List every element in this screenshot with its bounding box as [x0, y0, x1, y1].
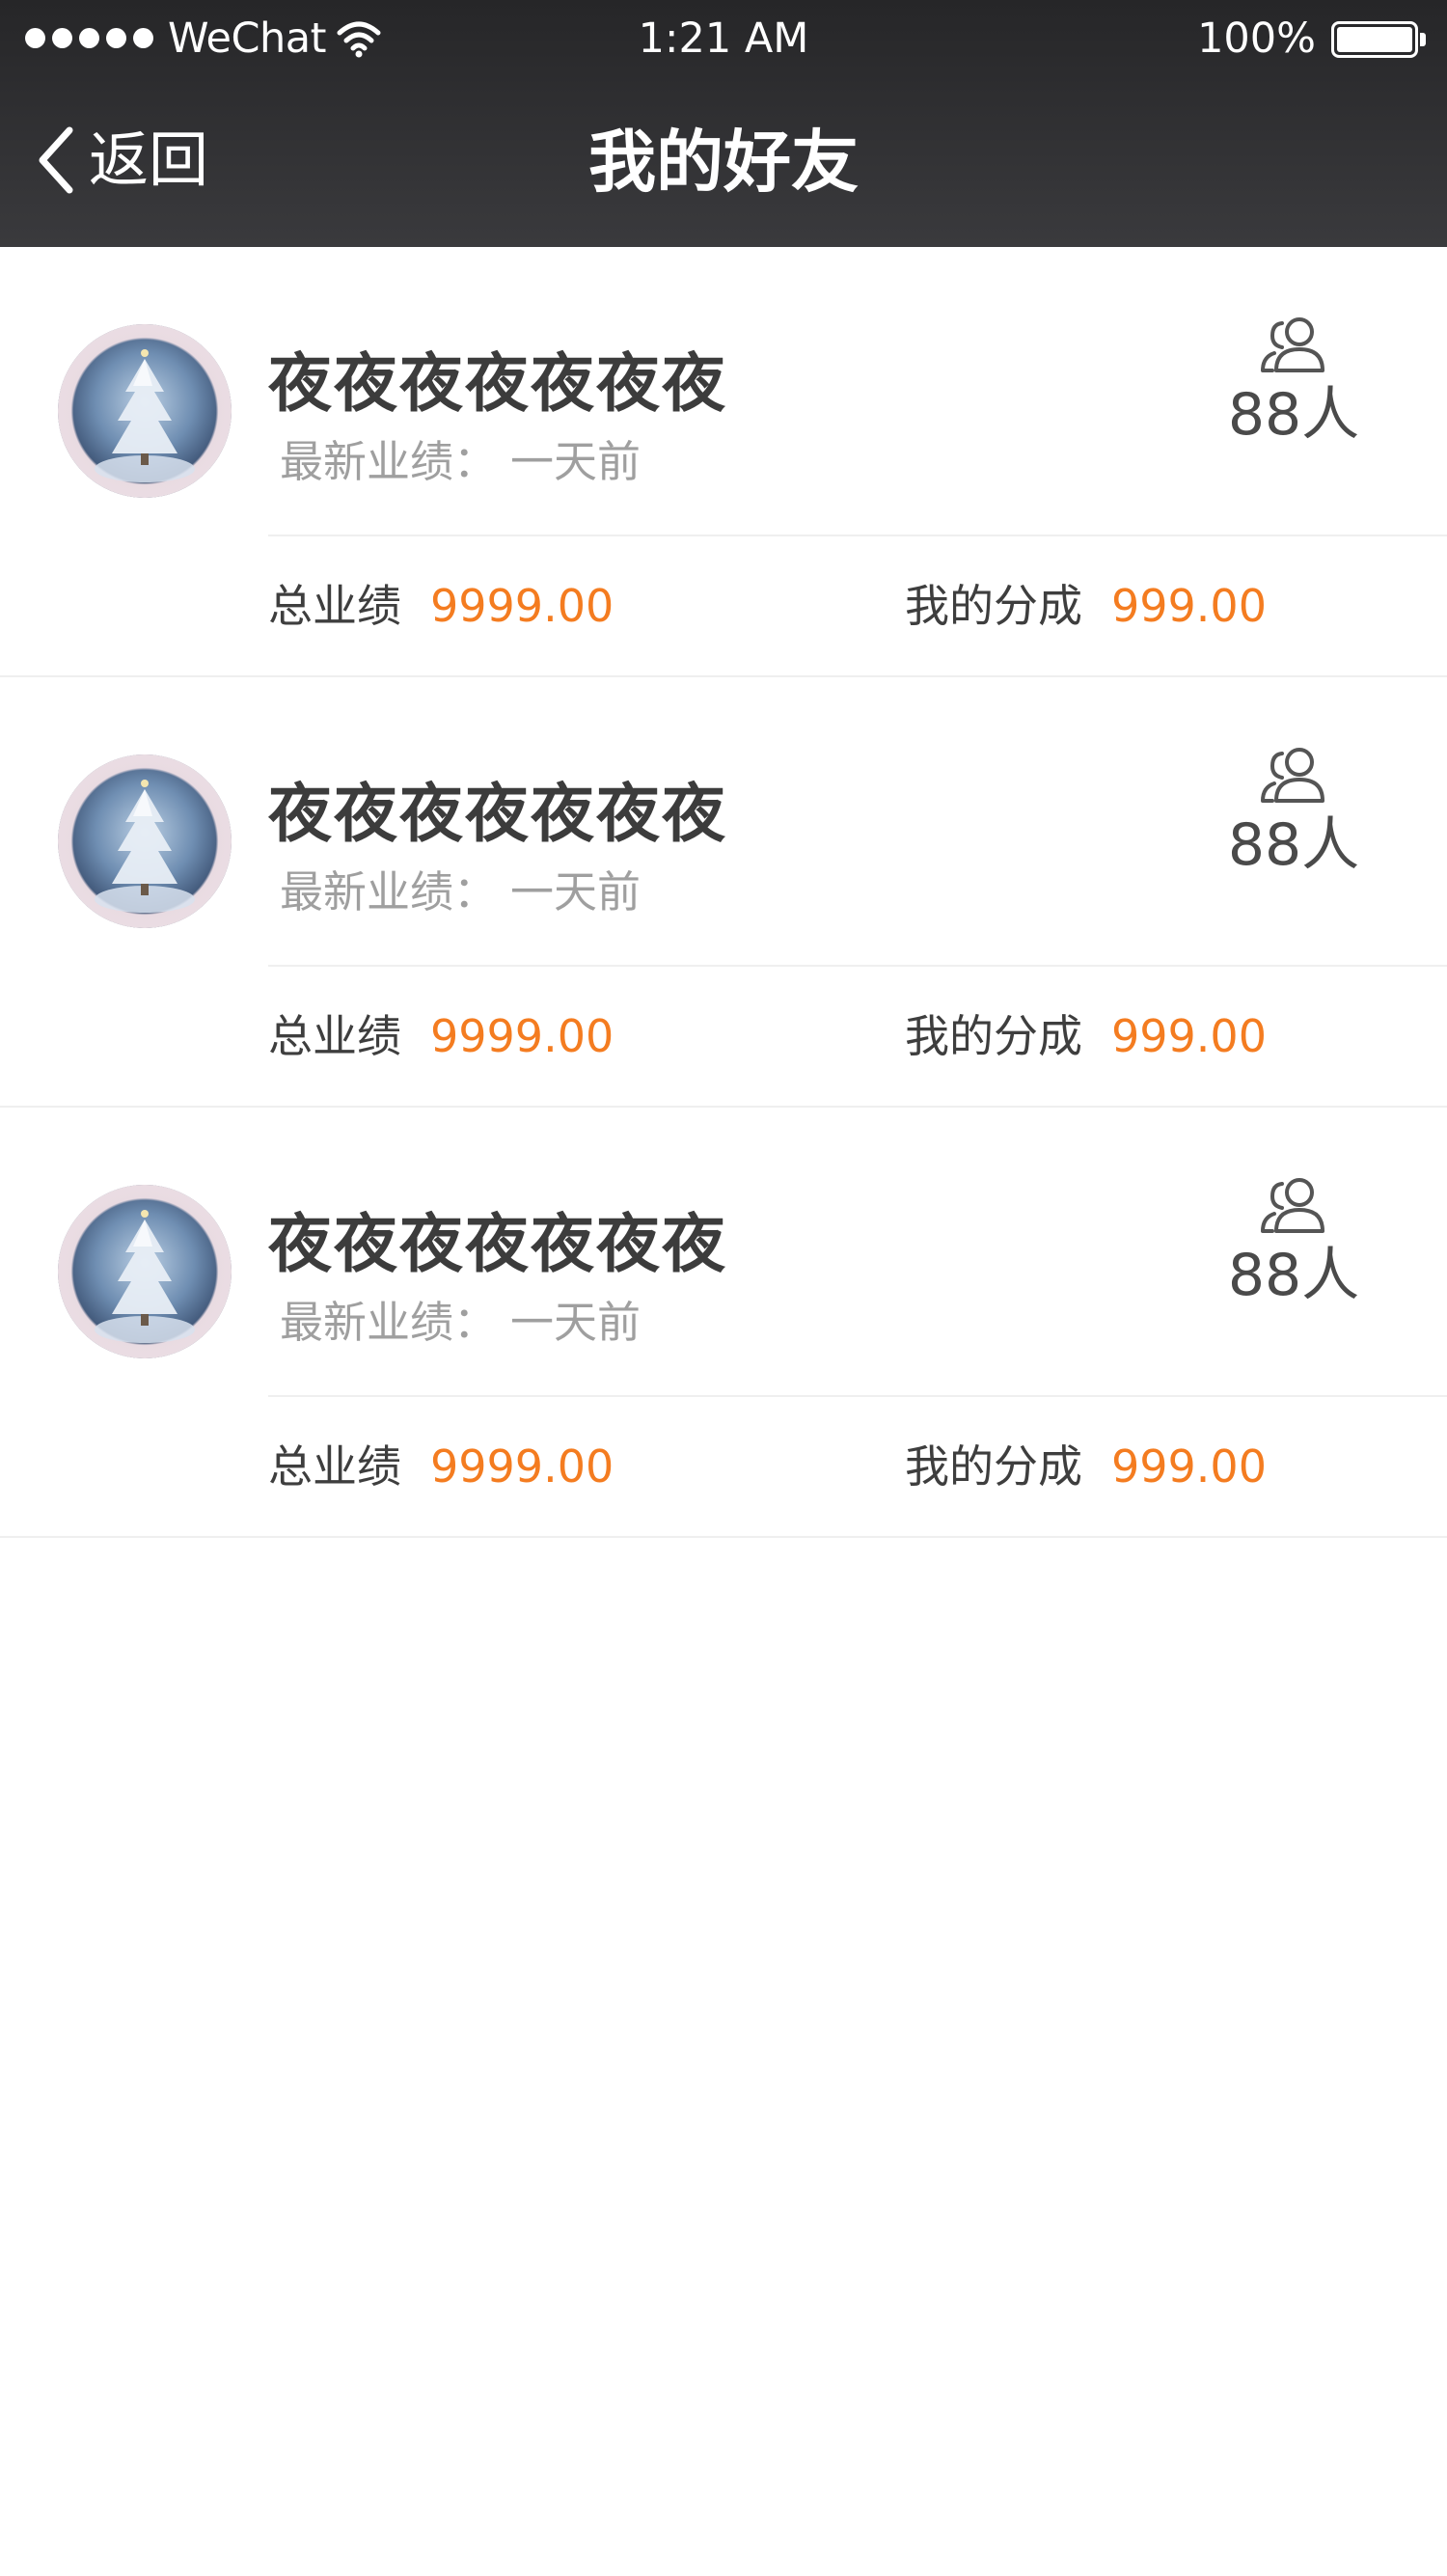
- share-label: 我的分成: [905, 1440, 1082, 1493]
- latest-performance: 最新业绩： 一天前: [280, 1295, 641, 1351]
- battery-icon: [1331, 21, 1426, 58]
- friend-card[interactable]: 夜夜夜夜夜夜夜 最新业绩： 一天前 88人 总业绩 9999.00 我的分成 999.…: [0, 1108, 1447, 1538]
- friend-count: 88人: [1221, 1175, 1366, 1314]
- total-performance: 总业绩 9999.00: [268, 577, 614, 635]
- latest-performance: 最新业绩： 一天前: [280, 864, 641, 920]
- latest-label: 最新业绩：: [280, 866, 498, 918]
- stats-row: 总业绩 9999.00 我的分成 999.00: [0, 1397, 1447, 1536]
- page-title: 我的好友: [588, 123, 859, 202]
- total-value: 9999.00: [430, 1010, 614, 1062]
- nav-bar: 返回 我的好友: [0, 77, 1447, 247]
- count-value: 88人: [1227, 1242, 1360, 1309]
- friend-count: 88人: [1221, 745, 1366, 884]
- friend-name: 夜夜夜夜夜夜夜: [268, 1207, 727, 1281]
- total-value: 9999.00: [430, 580, 614, 632]
- header: WeChat 1:21 AM 100% 返回 我的好友: [0, 0, 1447, 247]
- friend-list: 夜夜夜夜夜夜夜 最新业绩： 一天前 88人 总业绩 9999.00 我的分成 999.…: [0, 247, 1447, 1538]
- count-value: 88人: [1227, 811, 1360, 879]
- friend-name: 夜夜夜夜夜夜夜: [268, 777, 727, 851]
- latest-value: 一天前: [510, 866, 642, 918]
- total-label: 总业绩: [268, 1440, 401, 1493]
- share-value: 999.00: [1111, 580, 1267, 632]
- latest-label: 最新业绩：: [280, 436, 498, 487]
- total-label: 总业绩: [268, 1010, 401, 1062]
- battery-percent: 100%: [1197, 14, 1316, 63]
- total-performance: 总业绩 9999.00: [268, 1438, 614, 1495]
- total-label: 总业绩: [268, 580, 401, 632]
- latest-label: 最新业绩：: [280, 1297, 498, 1348]
- total-performance: 总业绩 9999.00: [268, 1007, 614, 1065]
- count-value: 88人: [1227, 381, 1360, 449]
- stats-row: 总业绩 9999.00 我的分成 999.00: [0, 536, 1447, 675]
- my-share: 我的分成 999.00: [905, 1438, 1267, 1495]
- status-bar: WeChat 1:21 AM 100%: [0, 0, 1447, 77]
- avatar-tree-image: [95, 349, 195, 482]
- avatar[interactable]: [58, 754, 232, 928]
- group-icon: [1261, 317, 1324, 372]
- friend-count: 88人: [1221, 315, 1366, 453]
- share-label: 我的分成: [905, 580, 1082, 632]
- share-label: 我的分成: [905, 1010, 1082, 1062]
- group-icon: [1261, 748, 1324, 803]
- stats-row: 总业绩 9999.00 我的分成 999.00: [0, 967, 1447, 1106]
- share-value: 999.00: [1111, 1010, 1267, 1062]
- my-share: 我的分成 999.00: [905, 1007, 1267, 1065]
- phone-screen: WeChat 1:21 AM 100% 返回 我的好友 夜夜夜夜夜夜夜 最新业绩…: [0, 0, 1447, 2576]
- my-share: 我的分成 999.00: [905, 577, 1267, 635]
- friend-card[interactable]: 夜夜夜夜夜夜夜 最新业绩： 一天前 88人 总业绩 9999.00 我的分成 999.…: [0, 247, 1447, 677]
- latest-value: 一天前: [510, 436, 642, 487]
- share-value: 999.00: [1111, 1440, 1267, 1493]
- latest-value: 一天前: [510, 1297, 642, 1348]
- friend-card[interactable]: 夜夜夜夜夜夜夜 最新业绩： 一天前 88人 总业绩 9999.00 我的分成 999.…: [0, 677, 1447, 1108]
- group-icon: [1261, 1178, 1324, 1233]
- total-value: 9999.00: [430, 1440, 614, 1493]
- friend-name: 夜夜夜夜夜夜夜: [268, 346, 727, 421]
- avatar-tree-image: [95, 780, 195, 913]
- avatar[interactable]: [58, 1185, 232, 1358]
- avatar-tree-image: [95, 1210, 195, 1343]
- latest-performance: 最新业绩： 一天前: [280, 434, 641, 490]
- avatar[interactable]: [58, 324, 232, 498]
